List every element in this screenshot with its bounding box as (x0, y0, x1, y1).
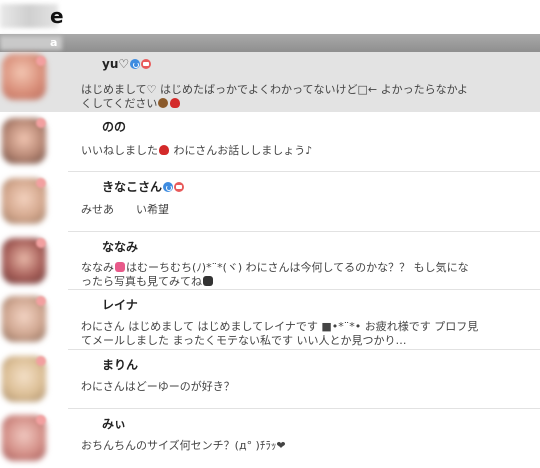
online-dot-icon (36, 356, 46, 366)
list-item[interactable]: まりん わにさんはどーゆーのが好き？ (0, 350, 540, 409)
message-text: はじめまして♡ はじめたばっかでよくわかってないけど□← よかったらなかよくして… (81, 83, 469, 110)
section-bar: a (0, 34, 540, 52)
message-preview: ななみ はむーちむち(ﾉ)*¨*(ヾ) わにさんは今何してるのかな？？ もし気にな… (81, 261, 479, 289)
app-header: e (0, 0, 540, 34)
see-no-evil-monkey-icon (158, 98, 169, 108)
page-title: e (50, 4, 64, 28)
conversation-name: のの (102, 120, 127, 134)
kissing-face-icon (115, 262, 125, 272)
online-dot-icon (36, 178, 46, 188)
message-preview: わにさんはどーゆーのが好き？ (81, 380, 235, 393)
conversation-name: みぃ (102, 417, 127, 431)
list-item[interactable]: yu♡ はじめまして♡ はじめたばっかでよくわかってないけど□← よかったらなか… (0, 52, 540, 112)
message-preview: おちんちんのサイズ何センチ？(д° )ﾁﾗｯ❤ (81, 439, 286, 452)
conversation-name: レイナ (102, 298, 138, 312)
message-text-continued: はむーちむち(ﾉ)*¨*(ヾ) わにさんは今何してるのかな？？ もし気になったら… (81, 261, 469, 288)
conversation-name: まりん (102, 358, 139, 372)
list-item[interactable]: きなこさん みせあ い希望 (0, 172, 540, 232)
red-heart-icon (170, 98, 181, 108)
online-dot-icon (36, 415, 46, 425)
red-heart-icon (159, 145, 169, 155)
list-item[interactable]: ななみ ななみ はむーちむち(ﾉ)*¨*(ヾ) わにさんは今何してるのかな？？ も… (0, 232, 540, 290)
online-dot-icon (36, 118, 46, 128)
message-text-continued: わにさんお話ししましょう♪ (170, 144, 313, 157)
message-text: ななみ (81, 261, 114, 274)
message-preview: みせあ い希望 (81, 203, 169, 216)
video-icon (174, 182, 185, 192)
conversation-list: yu♡ はじめまして♡ はじめたばっかでよくわかってないけど□← よかったらなか… (0, 52, 540, 468)
online-dot-icon (36, 238, 46, 248)
message-preview: はじめまして♡ はじめたばっかでよくわかってないけど□← よかったらなかよくして… (81, 83, 479, 111)
online-dot-icon (36, 296, 46, 306)
list-item[interactable]: のの いいねしました わにさんお話ししましょう♪ (0, 112, 540, 172)
camera-icon (203, 276, 213, 286)
message-preview: いいねしました わにさんお話ししましょう♪ (81, 144, 479, 158)
message-text: いいねしました (81, 144, 158, 157)
list-item[interactable]: みぃ おちんちんのサイズ何センチ？(д° )ﾁﾗｯ❤ (0, 409, 540, 468)
sender-name: きなこさん (102, 180, 163, 194)
online-dot-icon (36, 56, 46, 66)
phone-icon (130, 59, 141, 69)
section-label: a (50, 36, 58, 49)
phone-icon (163, 182, 174, 192)
list-item[interactable]: レイナ わにさん はじめまして はじめましてレイナです ■•*¨*• お疲れ様で… (0, 290, 540, 350)
conversation-name: yu♡ (102, 57, 152, 71)
video-icon (141, 59, 152, 69)
conversation-name: ななみ (102, 240, 139, 254)
conversation-name: きなこさん (102, 178, 185, 195)
sender-name: yu♡ (102, 57, 130, 71)
message-preview: わにさん はじめまして はじめましてレイナです ■•*¨*• お疲れ様です プロ… (81, 320, 479, 347)
